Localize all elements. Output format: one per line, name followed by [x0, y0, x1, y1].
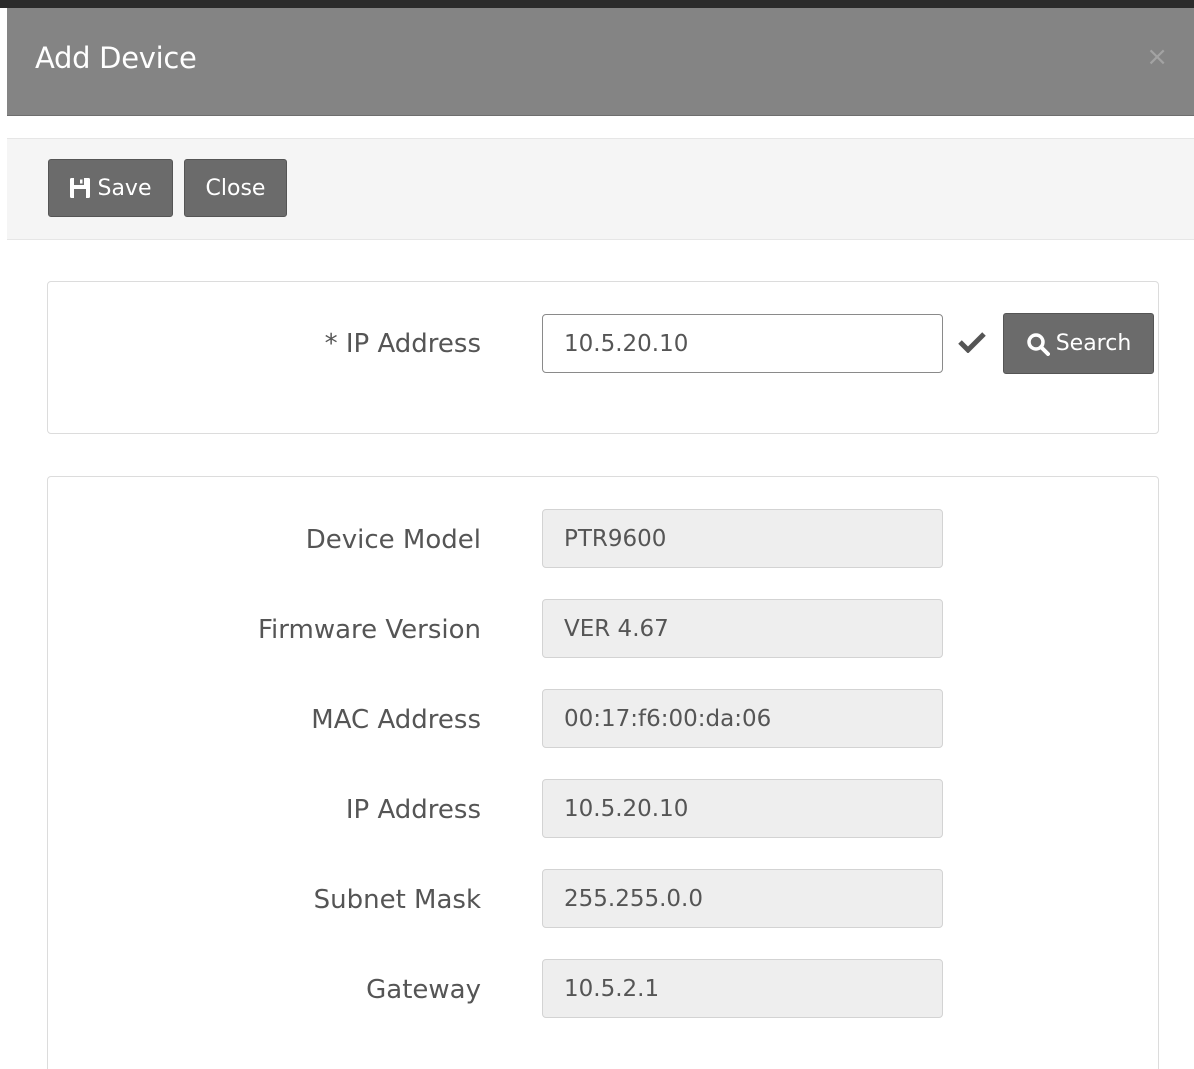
- gateway-field: 10.5.2.1: [542, 959, 943, 1018]
- device-model-field: PTR9600: [542, 509, 943, 568]
- modal-title: Add Device: [35, 41, 197, 75]
- subnet-mask-field: 255.255.0.0: [542, 869, 943, 928]
- magnifier-icon: [1026, 332, 1050, 356]
- save-button[interactable]: Save: [48, 159, 173, 217]
- ip-address-input[interactable]: 10.5.20.10: [542, 314, 943, 373]
- device-model-label: Device Model: [305, 525, 481, 555]
- background-app-strip: [0, 0, 1194, 8]
- ip-address-detail-field: 10.5.20.10: [542, 779, 943, 838]
- search-button[interactable]: Search: [1003, 313, 1154, 374]
- add-device-modal: Add Device × Save Close * IP Address 10.…: [7, 8, 1194, 1069]
- search-button-label: Search: [1055, 331, 1132, 356]
- firmware-version-field: VER 4.67: [542, 599, 943, 658]
- close-button-label: Close: [205, 175, 266, 201]
- subnet-mask-label: Subnet Mask: [313, 885, 481, 915]
- ip-lookup-panel: * IP Address 10.5.20.10 Search: [47, 281, 1159, 434]
- save-button-label: Save: [97, 175, 152, 201]
- gateway-label: Gateway: [366, 975, 481, 1005]
- ip-address-label: * IP Address: [324, 329, 481, 359]
- firmware-version-label: Firmware Version: [257, 615, 481, 645]
- device-details-panel: Device Model PTR9600 Firmware Version VE…: [47, 476, 1159, 1069]
- mac-address-field: 00:17:f6:00:da:06: [542, 689, 943, 748]
- mac-address-label: MAC Address: [311, 705, 481, 735]
- ip-address-detail-label: IP Address: [345, 795, 481, 825]
- checkmark-icon: [958, 332, 986, 353]
- close-button[interactable]: Close: [184, 159, 287, 217]
- floppy-disk-icon: [70, 178, 91, 198]
- close-icon[interactable]: ×: [1146, 42, 1168, 72]
- modal-header: Add Device ×: [7, 8, 1194, 116]
- modal-toolbar: Save Close: [7, 138, 1194, 240]
